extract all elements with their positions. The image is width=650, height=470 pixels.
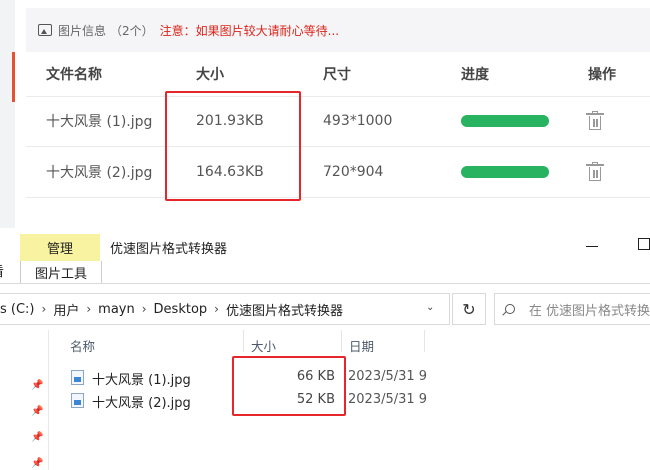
search-box[interactable]: 在 优速图片格式转换	[494, 293, 650, 325]
ribbon-tab-picture-tools[interactable]: 图片工具	[20, 261, 102, 283]
info-label: 图片信息	[58, 23, 107, 38]
column-separator[interactable]	[341, 330, 342, 352]
image-count: （2个）	[110, 23, 154, 38]
column-separator[interactable]	[243, 330, 244, 352]
pin-icon[interactable]: 📌	[31, 380, 43, 391]
col-header-actions: 操作	[588, 67, 616, 83]
delete-button[interactable]	[586, 162, 604, 181]
col-header-dimensions: 尺寸	[323, 67, 351, 83]
image-file-icon	[71, 393, 84, 408]
size-highlight-box-explorer	[232, 356, 346, 416]
navigation-pane-divider	[48, 330, 49, 470]
column-header-size[interactable]: 大小	[251, 336, 276, 355]
progress-bar	[461, 166, 549, 178]
file-table-header: 文件名称 大小 尺寸 进度 操作	[26, 52, 650, 97]
window-title: 优速图片格式转换器	[110, 242, 228, 257]
progress-bar	[461, 115, 549, 127]
breadcrumb-separator: ›	[41, 302, 47, 316]
breadcrumb-user[interactable]: mayn	[98, 302, 135, 317]
progress-bar-fill	[461, 166, 549, 178]
search-icon	[505, 304, 515, 314]
pin-icon[interactable]: 📌	[31, 458, 43, 469]
column-header-name[interactable]: 名称	[70, 336, 95, 355]
search-placeholder: 在 优速图片格式转换	[528, 303, 650, 319]
breadcrumb-drive[interactable]: s (C:)	[0, 302, 35, 317]
active-accent-bar	[12, 52, 15, 102]
trash-icon	[586, 162, 604, 181]
list-item-date: 2023/5/31 9	[348, 369, 428, 384]
left-gutter	[0, 0, 15, 228]
list-item-name: 十大风景 (2).jpg	[92, 396, 191, 411]
table-row: 十大风景 (2).jpg 164.63KB 720*904	[26, 147, 650, 198]
col-header-filename: 文件名称	[46, 67, 102, 83]
file-dimensions: 720*904	[323, 164, 384, 180]
column-header-date[interactable]: 日期	[349, 336, 374, 355]
breadcrumb-separator: ›	[86, 302, 92, 316]
refresh-icon: ↻	[462, 299, 476, 319]
warning-text: 注意：如果图片较大请耐心等待...	[159, 23, 340, 38]
trash-icon	[586, 111, 604, 130]
ribbon-tab-manage[interactable]: 管理	[20, 234, 100, 261]
table-row: 十大风景 (1).jpg 201.93KB 493*1000	[26, 96, 650, 147]
size-highlight-box-web	[165, 91, 301, 201]
list-item-date: 2023/5/31 9	[348, 392, 428, 407]
col-header-size: 大小	[196, 67, 224, 83]
progress-bar-fill	[461, 115, 549, 127]
col-header-progress: 进度	[461, 67, 489, 83]
breadcrumb-separator: ›	[214, 302, 219, 316]
image-icon	[38, 24, 52, 36]
ribbon-divider	[0, 283, 650, 284]
address-dropdown-icon[interactable]: ⌄	[426, 302, 436, 313]
pin-icon[interactable]: 📌	[31, 432, 43, 443]
breadcrumb-separator: ›	[141, 302, 147, 316]
pin-icon[interactable]: 📌	[31, 406, 43, 417]
ribbon-tab-view-fragment[interactable]: 看	[0, 261, 4, 283]
breadcrumb-users[interactable]: 用户	[53, 300, 79, 319]
image-file-icon	[71, 370, 84, 385]
delete-button[interactable]	[586, 111, 604, 130]
address-bar[interactable]: s (C:) › 用户 › mayn › Desktop › 优速图片格式转换器	[0, 293, 450, 325]
refresh-button[interactable]: ↻	[452, 293, 486, 325]
file-name: 十大风景 (1).jpg	[46, 114, 153, 130]
breadcrumb-folder[interactable]: 优速图片格式转换器	[226, 300, 343, 319]
list-item-name: 十大风景 (1).jpg	[92, 373, 191, 388]
file-dimensions: 493*1000	[323, 113, 393, 129]
minimize-button[interactable]	[586, 239, 600, 251]
breadcrumb-desktop[interactable]: Desktop	[154, 302, 208, 317]
image-info-bar: 图片信息 （2个） 注意：如果图片较大请耐心等待...	[26, 8, 650, 52]
file-name: 十大风景 (2).jpg	[46, 165, 153, 181]
column-separator[interactable]	[424, 330, 425, 352]
maximize-button[interactable]	[638, 238, 650, 250]
